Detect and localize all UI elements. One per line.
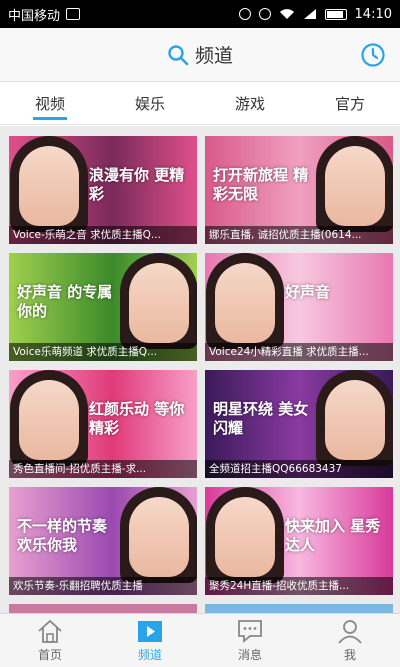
wifi-icon xyxy=(279,9,294,19)
portrait-face xyxy=(215,263,275,343)
channel-tabs: 视频 娱乐 游戏 官方 xyxy=(0,83,400,125)
nav-channel[interactable]: 频道 xyxy=(100,614,200,667)
channel-banner-text: 好声音 的专属你的 xyxy=(17,283,113,320)
portrait-face xyxy=(129,263,189,343)
history-icon[interactable] xyxy=(360,42,386,68)
tab-games[interactable]: 游戏 xyxy=(200,83,300,124)
nav-label: 消息 xyxy=(237,648,262,662)
tab-official[interactable]: 官方 xyxy=(300,83,400,124)
tab-label: 游戏 xyxy=(234,95,265,113)
channel-caption: Voice24小精彩直播 求优质主播... xyxy=(205,343,393,361)
nav-label: 频道 xyxy=(137,648,162,662)
channel-card-partial[interactable] xyxy=(205,604,393,613)
signal-icon xyxy=(303,9,316,19)
page-header: 频道 xyxy=(0,28,400,82)
home-icon xyxy=(38,619,62,643)
search-icon[interactable] xyxy=(167,44,189,66)
carrier-label: 中国移动 xyxy=(8,8,61,24)
channel-card[interactable]: 打开新旅程 精彩无限娜乐直播, 诚招优质主播(0614... xyxy=(205,136,393,244)
nav-label: 我 xyxy=(343,648,356,662)
portrait-face xyxy=(325,146,385,226)
channel-grid: 浪漫有你 更精彩 Voice-乐萌之音 求优质主播Q... 打开新旅程 精彩无限娜乐… xyxy=(0,126,400,613)
portrait-face xyxy=(19,380,79,460)
channel-icon xyxy=(138,621,162,642)
clock-time: 14:10 xyxy=(354,6,392,22)
channel-card[interactable]: 好声音 的专属你的 Voice乐萌频道 求优质主播Q... xyxy=(9,253,197,361)
profile-icon xyxy=(338,620,362,644)
channel-banner-text: 快来加入 星秀达人 xyxy=(285,517,381,554)
portrait-face xyxy=(215,497,275,577)
channel-caption: Voice-乐萌之音 求优质主播Q... xyxy=(9,226,197,244)
channel-banner-text: 红颜乐动 等你精彩 xyxy=(89,400,185,437)
channel-banner-text: 不一样的节奏 欢乐你我 xyxy=(17,517,108,554)
channel-banner-text: 明星环绕 美女闪耀 xyxy=(213,400,309,437)
page-title: 频道 xyxy=(194,45,233,67)
channel-caption: 娜乐直播, 诚招优质主播(0614... xyxy=(205,226,393,244)
battery-icon xyxy=(324,8,347,20)
portrait-face xyxy=(19,146,79,226)
channel-caption: 欢乐节奏-乐翻招聘优质主播 xyxy=(9,577,197,595)
nav-messages[interactable]: 消息 xyxy=(200,614,300,667)
portrait-face xyxy=(325,380,385,460)
channel-banner-text: 好声音 xyxy=(285,283,331,301)
message-icon xyxy=(238,620,262,643)
alarm-icon xyxy=(258,8,271,20)
channel-card[interactable]: 浪漫有你 更精彩 Voice-乐萌之音 求优质主播Q... xyxy=(9,136,197,244)
channel-caption: 聚秀24H直播-招收优质主播... xyxy=(205,577,393,595)
channel-banner-text: 打开新旅程 精彩无限 xyxy=(213,166,309,203)
nav-label: 首页 xyxy=(37,648,62,662)
channel-card[interactable]: 红颜乐动 等你精彩秀色直播间-招优质主播-求... xyxy=(9,370,197,478)
channel-caption: 秀色直播间-招优质主播-求... xyxy=(9,460,197,478)
tab-label: 娱乐 xyxy=(134,95,165,113)
tab-label: 官方 xyxy=(334,95,365,113)
channel-card[interactable]: 不一样的节奏 欢乐你我欢乐节奏-乐翻招聘优质主播 xyxy=(9,487,197,595)
portrait-face xyxy=(129,497,189,577)
silent-icon xyxy=(238,8,251,20)
tab-entertainment[interactable]: 娱乐 xyxy=(100,83,200,124)
channel-banner-text: 浪漫有你 更精彩 xyxy=(89,166,185,203)
nav-home[interactable]: 首页 xyxy=(0,614,100,667)
tab-label: 视频 xyxy=(34,95,65,113)
tab-video[interactable]: 视频 xyxy=(0,83,100,124)
image-icon xyxy=(66,8,81,20)
bottom-nav: 首页 频道 消息 我 xyxy=(0,613,400,667)
nav-profile[interactable]: 我 xyxy=(300,614,400,667)
channel-caption: Voice乐萌频道 求优质主播Q... xyxy=(9,343,197,361)
channel-card[interactable]: 快来加入 星秀达人聚秀24H直播-招收优质主播... xyxy=(205,487,393,595)
channel-caption: 全频道招主播QQ66683437 xyxy=(205,460,393,478)
channel-card[interactable]: 好声音 Voice24小精彩直播 求优质主播... xyxy=(205,253,393,361)
status-bar: 中国移动 14:10 xyxy=(0,0,400,28)
channel-card[interactable]: 明星环绕 美女闪耀全频道招主播QQ66683437 xyxy=(205,370,393,478)
channel-card-partial[interactable] xyxy=(9,604,197,613)
